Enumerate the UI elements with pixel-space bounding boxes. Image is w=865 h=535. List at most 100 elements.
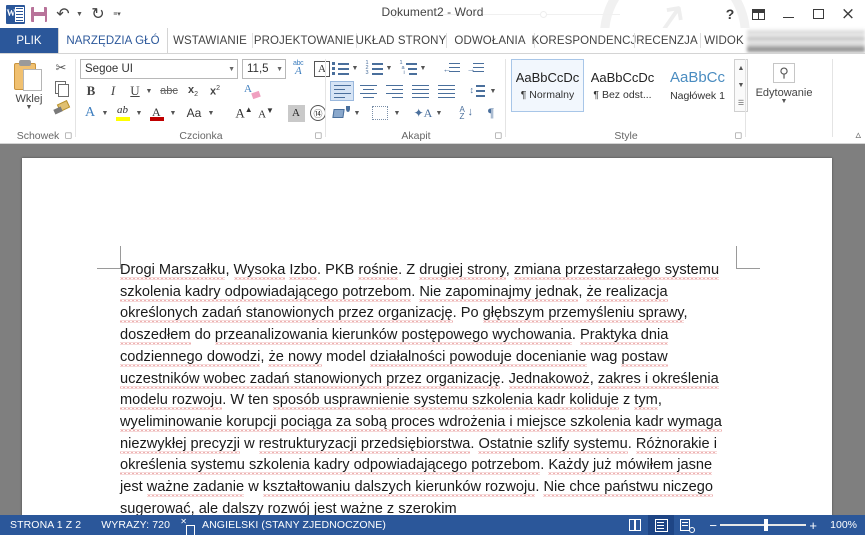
underline-dropdown-caret-icon[interactable]: ▼ [144, 82, 154, 100]
read-mode-icon[interactable] [622, 515, 648, 535]
shading-icon [331, 105, 350, 121]
distributed-button[interactable] [434, 81, 458, 101]
sort-icon: A Z ↓ [459, 105, 474, 121]
text-highlight-button[interactable]: ab [114, 104, 132, 122]
styles-dialog-launcher[interactable]: ◻ [735, 131, 742, 141]
tab-page-layout[interactable]: UKŁAD STRONY [356, 28, 447, 53]
strikethrough-button[interactable]: abc [158, 82, 180, 100]
zoom-track[interactable] [720, 519, 807, 532]
justify-button[interactable] [408, 81, 432, 101]
paste-dropdown-caret-icon[interactable]: ▼ [26, 104, 33, 111]
tab-home[interactable]: NARZĘDZIA GŁÓ [58, 28, 168, 53]
multilevel-list-caret-icon[interactable]: ▼ [418, 59, 428, 77]
character-shading-button[interactable]: A [286, 104, 306, 122]
document-text[interactable]: Drogi Marszałku, Wysoka Izbo. PKB rośnie… [120, 260, 738, 520]
borders-caret-icon[interactable]: ▼ [392, 104, 402, 122]
format-painter-button[interactable] [50, 98, 72, 118]
style-normalny[interactable]: AaBbCcDc ¶ Normalny [511, 59, 584, 112]
editing-dropdown-caret-icon[interactable]: ▼ [781, 98, 788, 105]
text-highlight-caret-icon[interactable]: ▼ [134, 104, 144, 122]
zoom-in-button[interactable]: + [806, 518, 820, 533]
sort-button[interactable]: A Z ↓ [456, 104, 478, 122]
align-right-button[interactable] [382, 81, 406, 101]
line-spacing-caret-icon[interactable]: ▼ [488, 81, 498, 101]
numbering-button[interactable]: 123 [364, 59, 384, 77]
editing-button[interactable]: ⚲ Edytowanie ▼ [756, 59, 812, 123]
tab-references[interactable]: ODWOŁANIA [446, 28, 534, 53]
status-page-number[interactable]: STRONA 1 Z 2 [0, 519, 91, 531]
grow-font-button[interactable]: A▲ [234, 104, 254, 122]
font-size-input[interactable]: 11,5 ▼ [242, 59, 286, 79]
line-spacing-button[interactable]: ↕ [466, 81, 488, 101]
shading-button[interactable] [330, 104, 352, 122]
show-formatting-marks-button[interactable]: ¶ [482, 104, 500, 122]
paste-button[interactable]: Wklej ▼ [8, 58, 50, 120]
underline-button[interactable]: U [126, 82, 144, 100]
tab-mailings[interactable]: KORESPONDENCJ [532, 28, 637, 53]
clipboard-dialog-launcher[interactable]: ◻ [65, 131, 72, 141]
status-word-count[interactable]: WYRAZY: 720 [91, 519, 180, 531]
close-icon[interactable]: × [833, 2, 863, 26]
align-center-button[interactable] [356, 81, 380, 101]
numbering-caret-icon[interactable]: ▼ [384, 59, 394, 77]
decrease-indent-button[interactable]: ← [440, 59, 462, 77]
style-naglowek-1[interactable]: AaBbCc Nagłówek 1 [661, 59, 734, 112]
paragraph-dialog-launcher[interactable]: ◻ [495, 131, 502, 141]
text-effects-typography-button[interactable]: A [80, 104, 100, 122]
font-name-dropdown-caret-icon[interactable]: ▼ [225, 66, 235, 73]
clipboard-side-buttons: ✂ [50, 58, 72, 118]
change-case-aa-button[interactable]: Aa [182, 104, 206, 122]
document-canvas[interactable]: Drogi Marszałku, Wysoka Izbo. PKB rośnie… [0, 144, 865, 535]
ribbon-display-options-icon[interactable] [743, 2, 773, 26]
paste-icon [14, 60, 44, 92]
text-run: z [618, 392, 635, 409]
minimize-icon[interactable] [773, 2, 803, 26]
document-page[interactable]: Drogi Marszałku, Wysoka Izbo. PKB rośnie… [22, 158, 832, 535]
tab-view[interactable]: WIDOK [700, 28, 748, 53]
font-size-dropdown-caret-icon[interactable]: ▼ [273, 66, 283, 73]
asian-layout-button[interactable]: ✦A [412, 104, 434, 122]
font-color-button[interactable]: A [148, 104, 166, 122]
tab-file[interactable]: PLIK [0, 28, 58, 53]
web-layout-icon[interactable] [674, 515, 700, 535]
text-run: jest [120, 479, 147, 496]
change-case-aa-caret-icon[interactable]: ▼ [206, 104, 216, 122]
subscript-button[interactable]: x2 [184, 82, 202, 100]
print-layout-icon[interactable] [648, 515, 675, 535]
style-label: ¶ Normalny [520, 89, 575, 101]
font-color-caret-icon[interactable]: ▼ [168, 104, 178, 122]
text-effects-caret-icon[interactable]: ▼ [100, 104, 110, 122]
bold-button[interactable]: B [82, 82, 100, 100]
italic-button[interactable]: I [104, 82, 122, 100]
font-dialog-launcher[interactable]: ◻ [315, 131, 322, 141]
status-language[interactable]: ANGIELSKI (STANY ZJEDNOCZONE) [192, 519, 396, 531]
zoom-slider[interactable]: − + [706, 518, 820, 533]
zoom-out-button[interactable]: − [706, 518, 720, 533]
increase-indent-button[interactable]: → [464, 59, 486, 77]
change-case-button[interactable]: abc A [290, 59, 310, 79]
collapse-ribbon-icon[interactable]: ▵ [855, 128, 861, 141]
borders-button[interactable] [370, 104, 390, 122]
copy-button[interactable] [50, 78, 72, 98]
bullets-button[interactable] [330, 59, 350, 77]
shading-caret-icon[interactable]: ▼ [352, 104, 362, 122]
tab-review[interactable]: RECENZJA [634, 28, 700, 53]
asian-layout-caret-icon[interactable]: ▼ [434, 104, 444, 122]
tab-design[interactable]: PROJEKTOWANIE [252, 28, 356, 53]
misspelled-text-run: Izbo [289, 262, 317, 278]
superscript-button[interactable]: x2 [206, 82, 224, 100]
help-button[interactable]: ? [717, 2, 743, 26]
style-bez-odstepow[interactable]: AaBbCcDc ¶ Bez odst... [586, 59, 659, 112]
text-effects-button[interactable]: A [242, 82, 262, 100]
bullets-caret-icon[interactable]: ▼ [350, 59, 360, 77]
zoom-level[interactable]: 100% [820, 519, 857, 531]
font-name-input[interactable]: Segoe UI ▼ [80, 59, 238, 79]
misspelled-text-run: kształtowaniu dalszych kierunków rozwoju [262, 479, 536, 496]
cut-button[interactable]: ✂ [50, 58, 72, 78]
shrink-font-button[interactable]: A▼ [256, 104, 276, 122]
maximize-icon[interactable] [803, 2, 833, 26]
zoom-thumb[interactable] [764, 519, 769, 532]
align-left-button[interactable] [330, 81, 354, 101]
tab-insert[interactable]: WSTAWIANIE [168, 28, 252, 53]
multilevel-list-button[interactable]: 1ai [398, 59, 418, 77]
